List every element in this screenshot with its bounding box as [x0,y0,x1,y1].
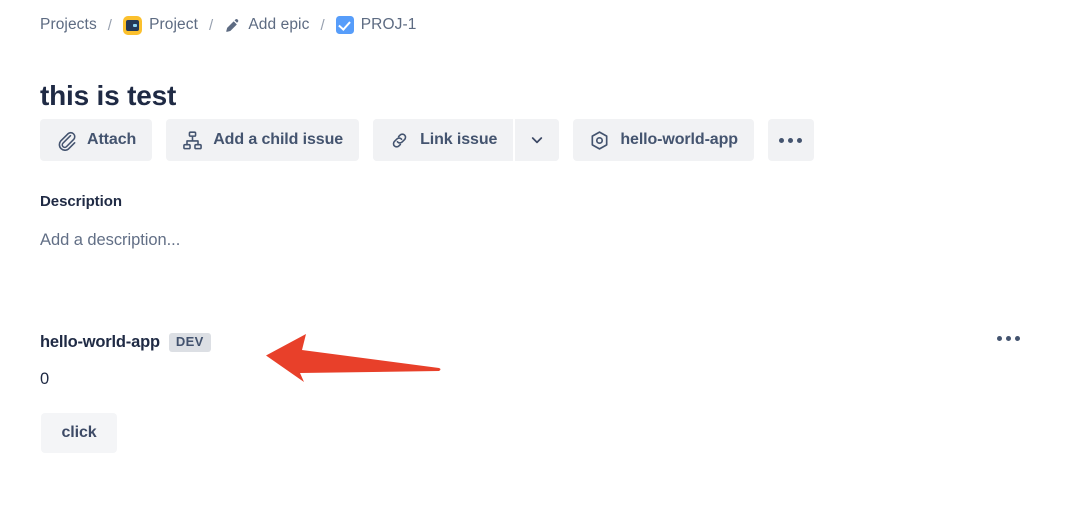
link-chain-icon [392,132,407,148]
click-button[interactable]: click [41,413,117,453]
chevron-down-icon [532,137,543,144]
breadcrumb-label-add-epic: Add epic [248,16,310,33]
breadcrumb-separator: / [107,16,113,34]
issue-detail-page: Projects / Project / Add epic / PROJ-1 t… [0,0,1080,518]
add-child-issue-button[interactable]: Add a child issue [166,119,360,161]
child-issue-hierarchy-icon [183,130,203,149]
annotation-arrow-icon [266,334,441,382]
more-actions-button[interactable] [767,119,814,161]
app-panel-header: hello-world-app DEV [40,333,211,352]
counter-value: 0 [40,370,50,388]
more-dot [797,137,803,143]
more-dot [1015,336,1020,341]
breadcrumb-item-project[interactable]: Project [123,15,199,35]
paperclip-icon [58,131,76,151]
hello-world-app-button-label: hello-world-app [620,131,738,148]
app-panel-title: hello-world-app [40,333,160,351]
breadcrumb-separator: / [320,16,325,34]
description-placeholder[interactable]: Add a description... [40,231,180,250]
breadcrumb-label-projects: Projects [40,16,97,33]
project-avatar-icon [123,15,143,35]
link-issue-split-button: Link issue [373,119,560,161]
status-badge: DEV [168,333,211,352]
link-issue-button[interactable]: Link issue [373,119,514,161]
more-dot [788,137,794,143]
breadcrumb-item-add-epic[interactable]: Add epic [224,16,309,34]
more-dot [1006,336,1011,341]
more-dot [779,137,785,143]
breadcrumb-item-projects[interactable]: Projects [40,16,97,34]
description-heading: Description [40,193,122,210]
breadcrumb-item-proj-1[interactable]: PROJ-1 [335,16,417,34]
add-child-issue-label: Add a child issue [213,131,344,148]
task-checkbox-icon [335,16,354,34]
attach-button-label: Attach [87,131,137,148]
breadcrumb: Projects / Project / Add epic / PROJ-1 [40,12,416,38]
breadcrumb-label-project: Project [149,16,199,33]
breadcrumb-separator: / [209,16,214,34]
link-issue-label: Link issue [420,131,498,148]
more-dot [997,336,1002,341]
attach-button[interactable]: Attach [40,119,153,161]
issue-action-toolbar: Attach Add a child issue Link issue hell… [40,119,814,161]
forge-app-hexagon-icon [591,130,608,150]
app-panel-more-button[interactable] [997,336,1020,341]
hello-world-app-button[interactable]: hello-world-app [573,119,754,161]
pencil-icon [226,18,239,32]
page-title[interactable]: this is test [40,79,176,113]
link-issue-dropdown-button[interactable] [515,119,560,161]
breadcrumb-label-proj-1: PROJ-1 [360,16,417,33]
